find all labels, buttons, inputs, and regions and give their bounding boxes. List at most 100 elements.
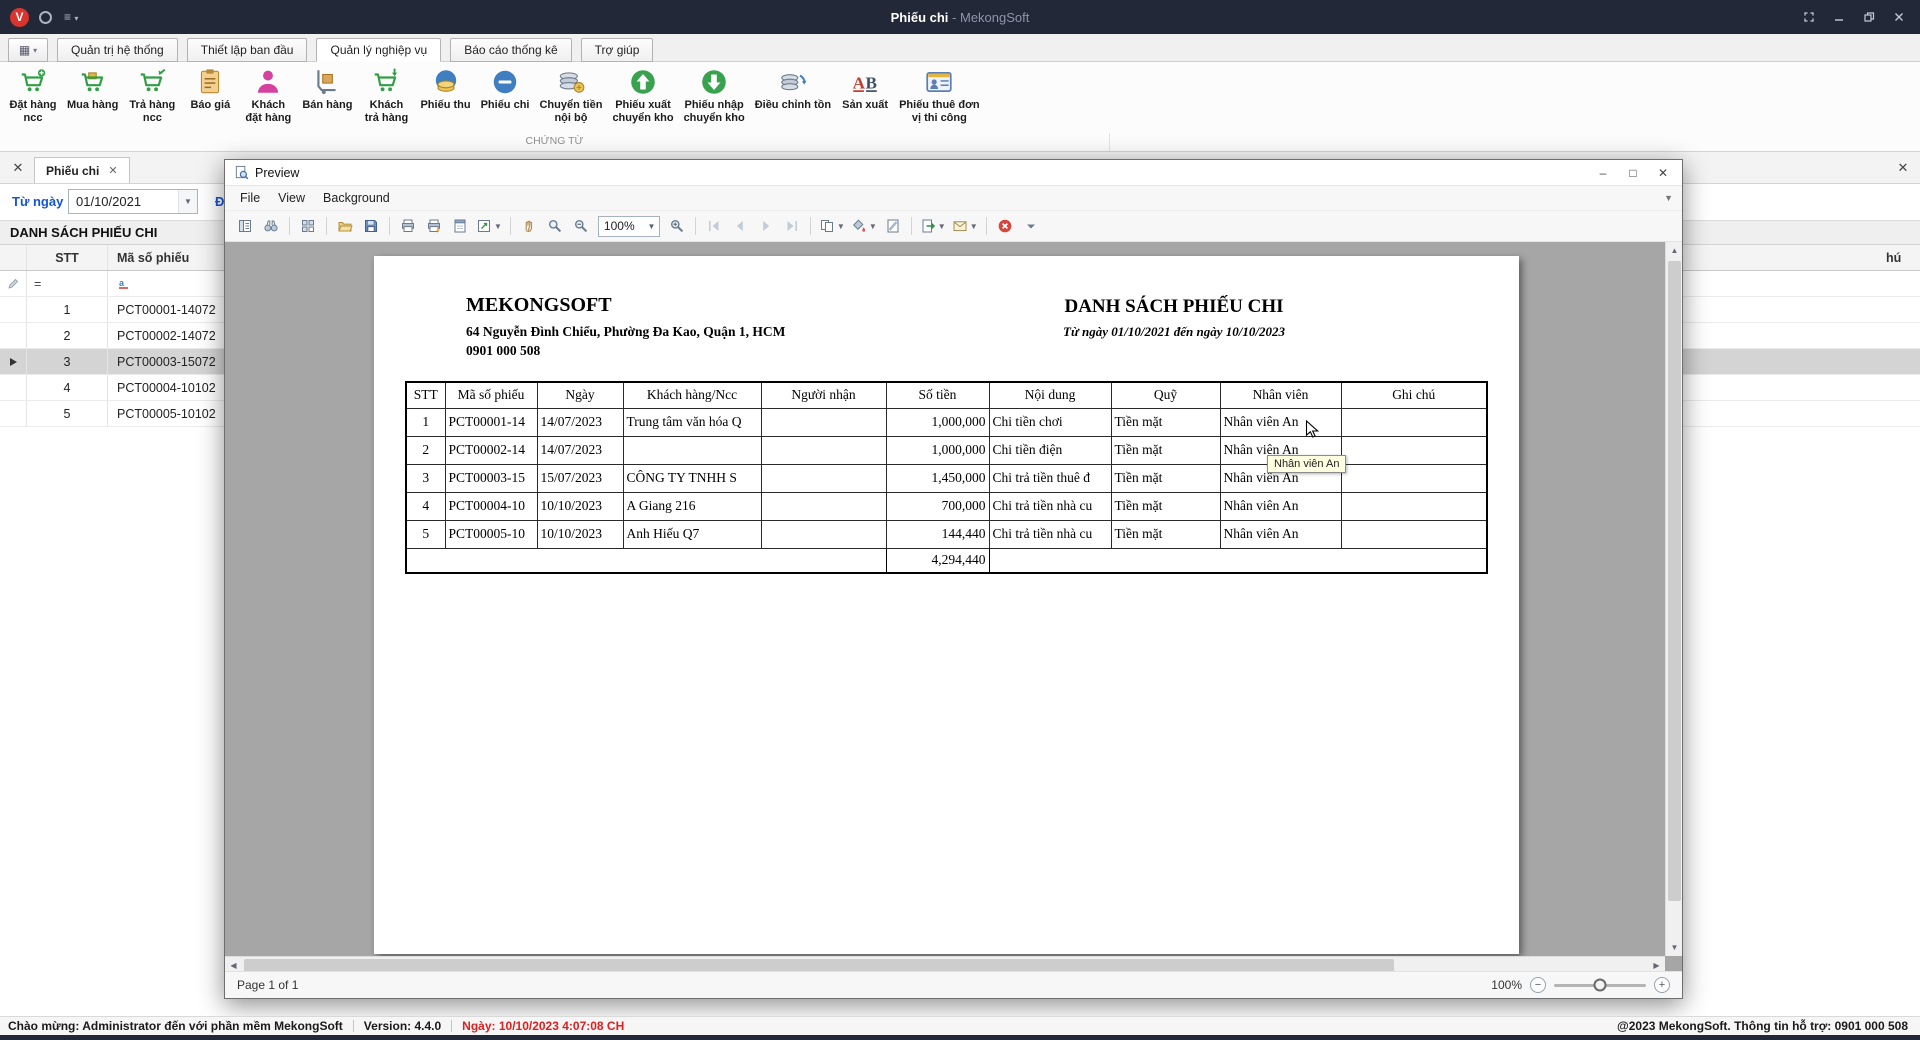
menu-tab-1[interactable]: Quản trị hệ thống [57, 38, 178, 62]
ribbon-item-12[interactable]: Phiếu nhập chuyển kho [679, 65, 750, 125]
exit-icon[interactable] [993, 214, 1017, 238]
ribbon-item-11[interactable]: Phiếu xuất chuyển kho [607, 65, 678, 125]
ribbon-item-8[interactable]: Phiếu thu [415, 65, 475, 112]
preview-menu-view[interactable]: View [269, 191, 314, 205]
report-total-right [988, 547, 1488, 574]
toolbar-separator [289, 217, 290, 235]
from-date-input[interactable]: 01/10/2021 ▼ [68, 189, 198, 214]
fullscreen-icon[interactable] [1794, 6, 1824, 28]
ribbon-item-label: Đặt hàng ncc [9, 99, 57, 124]
save-icon [363, 218, 379, 234]
filter-stt-cell[interactable]: = [27, 271, 108, 296]
report-cell [1340, 435, 1488, 465]
menu-tab-2[interactable]: Thiết lập ban đầu [186, 38, 308, 62]
quick-print-icon[interactable] [422, 214, 446, 238]
preview-maximize-icon[interactable]: □ [1618, 163, 1648, 183]
receipt-voucher-icon [431, 66, 461, 98]
ribbon-item-13[interactable]: Điều chỉnh tồn [750, 65, 836, 112]
search-icon [263, 218, 279, 234]
tab-close-icon[interactable]: ✕ [108, 164, 117, 177]
zoom-in-button[interactable]: + [1654, 977, 1670, 993]
preview-titlebar[interactable]: Preview – □ ✕ [225, 160, 1682, 186]
export-icon[interactable]: ▼ [918, 214, 948, 238]
toolbar-overflow-icon[interactable] [1019, 214, 1043, 238]
titlebar: V ≡ ▾ Phiếu chi - MekongSoft [0, 0, 1920, 34]
watermark-icon[interactable] [881, 214, 905, 238]
report-col-header: Nội dung [988, 381, 1112, 409]
scroll-up-icon[interactable]: ▲ [1666, 242, 1682, 259]
tab-phieu-chi[interactable]: Phiếu chi ✕ [34, 157, 130, 183]
scale-icon[interactable]: ▼ [474, 214, 504, 238]
cell-rest [1668, 375, 1920, 400]
customize-icon[interactable] [296, 214, 320, 238]
preview-menu-file[interactable]: File [231, 191, 269, 205]
prev-page-icon[interactable] [728, 214, 752, 238]
last-page-icon[interactable] [780, 214, 804, 238]
page-setup-icon[interactable] [448, 214, 472, 238]
vertical-scrollbar[interactable]: ▲ ▼ [1665, 242, 1682, 956]
sales-icon [312, 66, 342, 98]
ribbon-item-6[interactable]: Bán hàng [297, 65, 357, 112]
report-cell [1340, 463, 1488, 493]
ribbon-item-5[interactable]: Khách đặt hàng [239, 65, 297, 125]
ribbon-item-3[interactable]: Trả hàng ncc [123, 65, 181, 125]
preview-close-icon[interactable]: ✕ [1648, 163, 1678, 183]
document-map-icon[interactable] [233, 214, 257, 238]
ribbon-item-9[interactable]: Phiếu chi [476, 65, 535, 112]
ribbon-item-7[interactable]: Khách trả hàng [357, 65, 415, 125]
next-page-icon[interactable] [754, 214, 778, 238]
chevron-down-icon[interactable]: ▼ [178, 190, 197, 213]
hand-tool-icon[interactable] [517, 214, 541, 238]
report-col-header: Quỹ [1110, 381, 1221, 409]
zoom-out-icon[interactable] [569, 214, 593, 238]
search-icon[interactable] [259, 214, 283, 238]
menu-tab-3[interactable]: Quản lý nghiệp vụ [316, 38, 442, 62]
page-setup-icon [452, 218, 468, 234]
open-icon[interactable] [333, 214, 357, 238]
ribbon-item-15[interactable]: Phiếu thuê đơn vị thi công [894, 65, 985, 125]
zoom-in-icon[interactable] [665, 214, 689, 238]
magnifier-icon[interactable] [543, 214, 567, 238]
scroll-down-icon[interactable]: ▼ [1666, 939, 1682, 956]
report-cell [622, 435, 762, 465]
zoom-slider[interactable] [1554, 978, 1646, 992]
ribbon-item-2[interactable]: Mua hàng [62, 65, 123, 112]
close-tab-icon[interactable]: ✕ [8, 158, 28, 178]
quick-access-menu-icon[interactable]: ≡ ▾ [64, 10, 78, 24]
report-cell: Chi tiền điện [988, 435, 1112, 465]
zoom-combo[interactable]: 100% ▼ [597, 215, 660, 237]
first-page-icon[interactable] [702, 214, 726, 238]
panel-close-icon[interactable]: ✕ [1894, 159, 1912, 177]
preview-menu-background[interactable]: Background [314, 191, 399, 205]
ribbon-item-10[interactable]: Chuyển tiền nội bộ [534, 65, 607, 125]
menu-collapse-icon[interactable]: ▼ [1664, 193, 1673, 203]
hand-tool-icon [521, 218, 537, 234]
restore-icon[interactable] [1854, 6, 1884, 28]
menu-tab-bar: ▦ ▾ Quản trị hệ thống Thiết lập ban đầu Quả… [0, 34, 1920, 62]
save-icon[interactable] [359, 214, 383, 238]
print-icon[interactable] [396, 214, 420, 238]
ribbon-item-1[interactable]: Đặt hàng ncc [4, 65, 62, 125]
grid-col-stt[interactable]: STT [27, 245, 108, 270]
app-logo-icon[interactable]: V [10, 7, 29, 27]
vscroll-thumb[interactable] [1668, 261, 1681, 901]
report-table: STT Mã số phiếu Ngày Khách hàng/Ncc Người nh… [405, 381, 1488, 574]
preview-minimize-icon[interactable]: – [1588, 163, 1618, 183]
page-color-icon[interactable]: ▼ [849, 214, 879, 238]
ribbon-item-4[interactable]: Báo giá [181, 65, 239, 112]
close-icon[interactable] [1884, 6, 1914, 28]
multiple-pages-icon[interactable]: ▼ [817, 214, 847, 238]
titlebar-circle-icon[interactable] [39, 10, 52, 24]
menu-tab-4[interactable]: Báo cáo thống kê [450, 38, 572, 62]
report-cell: Tiền mặt [1110, 435, 1221, 465]
quick-print-icon [426, 218, 442, 234]
report-cell: Tiền mặt [1110, 491, 1221, 521]
zoom-out-button[interactable]: − [1530, 977, 1546, 993]
menu-tab-5[interactable]: Trợ giúp [580, 38, 654, 62]
ribbon-item-14[interactable]: A B Sản xuất [836, 65, 894, 112]
zoom-slider-knob[interactable] [1593, 978, 1607, 992]
minimize-icon[interactable] [1824, 6, 1854, 28]
report-cell: PCT00002-14 [444, 435, 538, 465]
email-icon[interactable]: ▼ [950, 214, 980, 238]
app-grid-icon[interactable]: ▦ ▾ [8, 38, 48, 62]
